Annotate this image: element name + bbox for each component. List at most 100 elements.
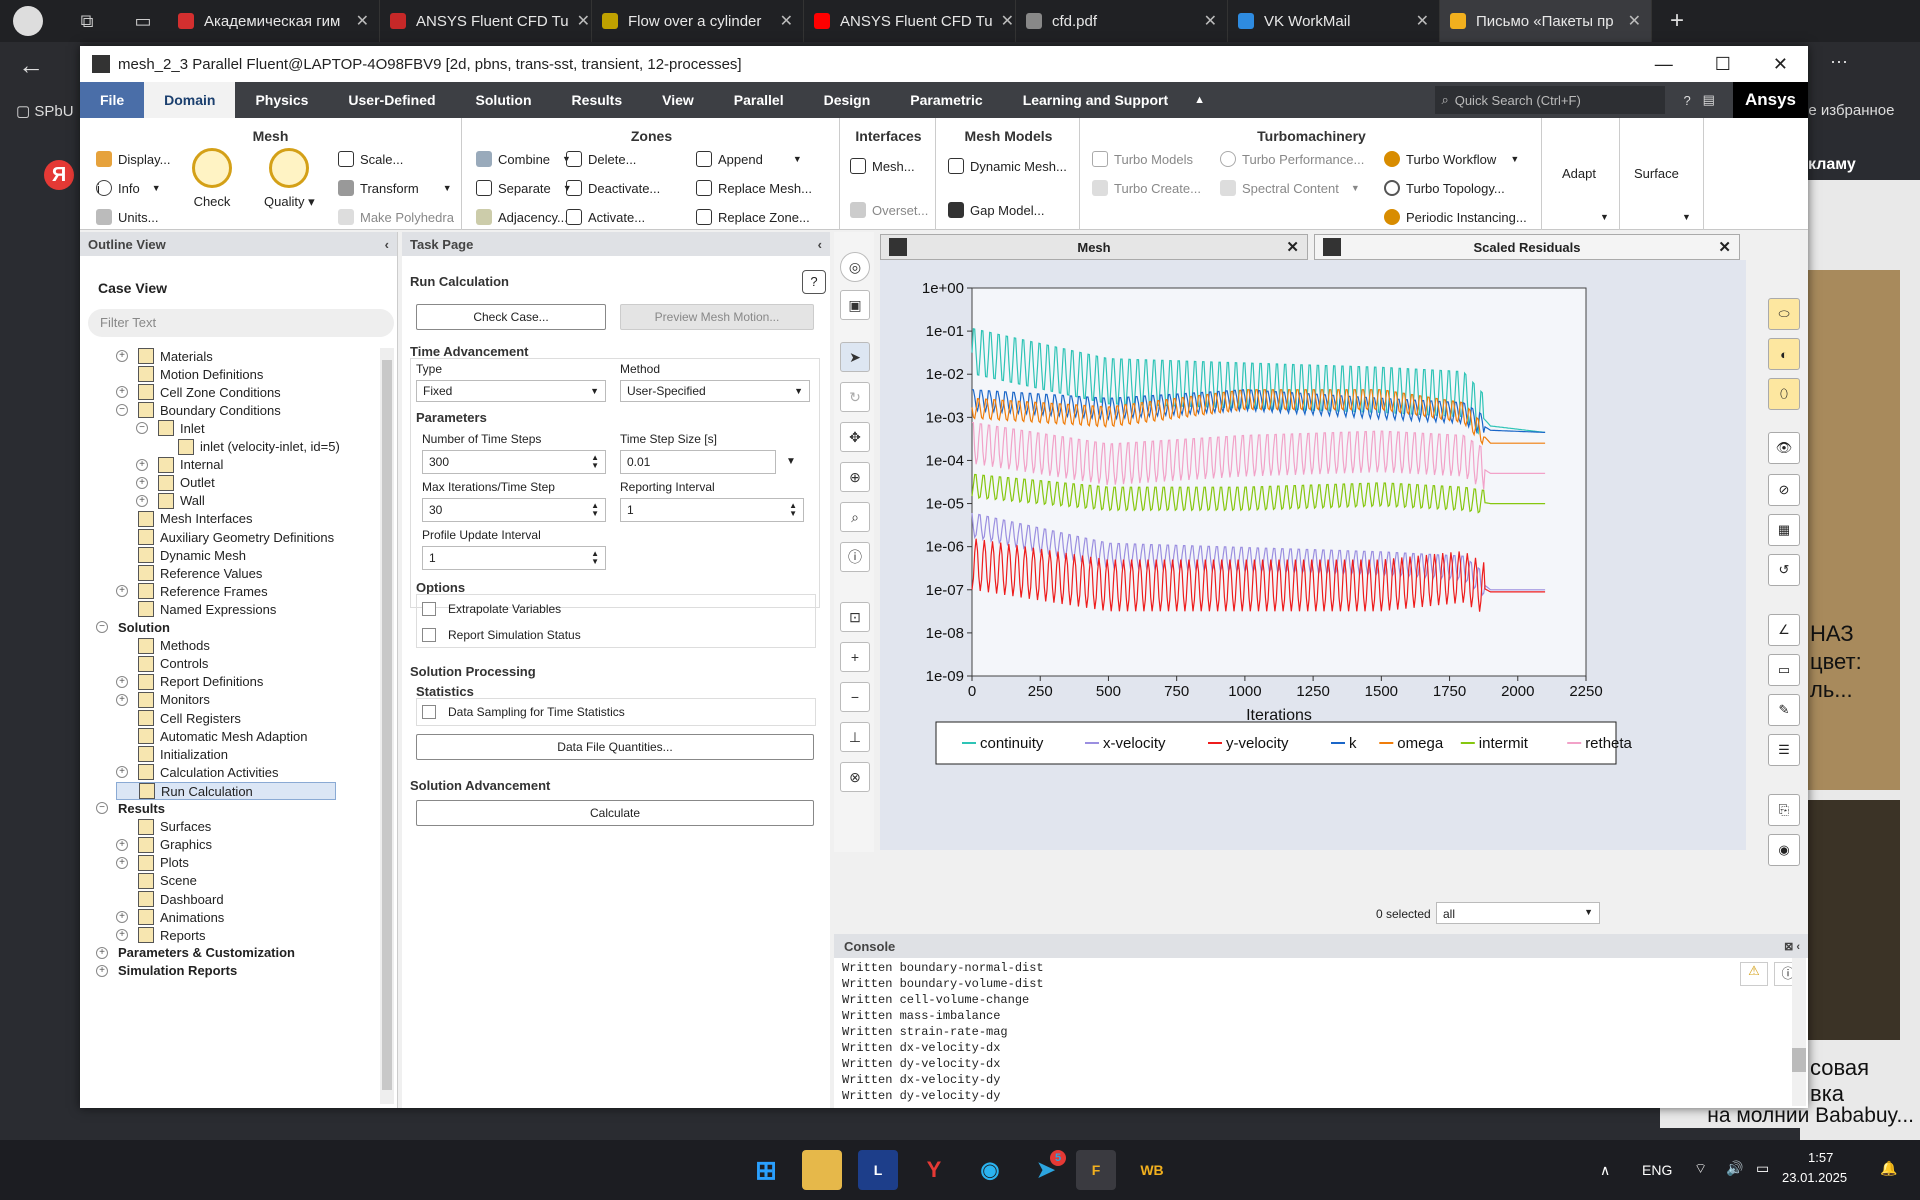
overset-button[interactable]: Overset... xyxy=(850,202,928,218)
tree-node[interactable]: + Calculation Activities xyxy=(116,764,279,781)
check-button[interactable]: Check xyxy=(192,148,232,209)
tree-node[interactable]: Motion Definitions xyxy=(116,366,263,383)
clock-date[interactable]: 23.01.2025 xyxy=(1782,1170,1847,1185)
close-icon[interactable]: ✕ xyxy=(1718,238,1731,256)
view-front-icon[interactable]: ⬭ xyxy=(1768,298,1800,330)
notification-icon[interactable]: 🔔 xyxy=(1880,1160,1897,1177)
tree-node[interactable]: Methods xyxy=(116,637,210,654)
tree-node[interactable]: Surfaces xyxy=(116,818,211,835)
tree-node[interactable]: + Plots xyxy=(116,854,189,871)
workbench-icon[interactable]: WB xyxy=(1132,1150,1172,1190)
expand-toggle-icon[interactable]: + xyxy=(116,838,128,851)
tree-node[interactable]: Initialization xyxy=(116,746,228,763)
turbo-performance-button[interactable]: Turbo Performance... xyxy=(1220,151,1364,167)
interfaces-mesh-button[interactable]: Mesh... xyxy=(850,158,915,174)
surface-button[interactable]: Surface xyxy=(1634,166,1679,181)
replace-zone-button[interactable]: Replace Zone... xyxy=(696,209,810,225)
data-sampling-checkbox[interactable]: Data Sampling for Time Statistics xyxy=(422,705,625,719)
zoom-out-icon[interactable]: − xyxy=(840,682,870,712)
turbo-topology-button[interactable]: Turbo Topology... xyxy=(1384,180,1505,196)
tree-node[interactable]: Dashboard xyxy=(116,891,224,907)
l-app-icon[interactable]: L xyxy=(858,1150,898,1190)
scaled-residuals-plot[interactable]: 0 250 500 750 1000 1250 1500 1750 2000 2250 1e+00 1… xyxy=(880,260,1746,850)
console-scrollbar[interactable] xyxy=(1792,958,1806,1106)
tree-node[interactable]: − Boundary Conditions xyxy=(116,402,281,419)
calculate-button[interactable]: Calculate xyxy=(416,800,814,826)
tab-scaled-residuals[interactable]: Scaled Residuals ✕ xyxy=(1314,234,1740,260)
expand-toggle-icon[interactable]: + xyxy=(116,856,128,869)
close-icon[interactable]: ✕ xyxy=(569,11,590,31)
browser-tab[interactable]: ANSYS Fluent CFD Tu ✕ xyxy=(804,0,1016,42)
report-status-checkbox[interactable]: Report Simulation Status xyxy=(422,628,581,642)
bookmark-favorites[interactable]: ое избранное xyxy=(1800,102,1894,119)
expand-toggle-icon[interactable]: + xyxy=(116,386,128,399)
expand-toggle-icon[interactable]: + xyxy=(136,494,148,507)
time-steps-input[interactable]: 300 ▲ ▼ xyxy=(422,450,606,474)
dt-expression-dropdown-icon[interactable]: ▼ xyxy=(786,456,796,467)
selection-filter-dropdown[interactable]: all ▼ xyxy=(1436,902,1600,924)
view-side-icon[interactable]: ⬯ xyxy=(1768,378,1800,410)
zoom-icon[interactable]: ⌕ xyxy=(840,502,870,532)
expand-toggle-icon[interactable]: + xyxy=(116,675,128,688)
edge-icon[interactable]: ◉ xyxy=(970,1150,1010,1190)
legend-icon[interactable]: ☰ xyxy=(1768,734,1800,766)
browser-tab[interactable]: Академическая гим ✕ xyxy=(168,0,380,42)
maximize-icon[interactable]: ☐ xyxy=(1715,54,1731,75)
ribbon-tab-results[interactable]: Results xyxy=(552,82,643,118)
outline-scrollbar[interactable] xyxy=(380,348,394,1104)
warning-icon[interactable]: ⚠ xyxy=(1740,962,1768,986)
visibility-icon[interactable]: 👁 xyxy=(1768,432,1800,464)
check-case-button[interactable]: Check Case... xyxy=(416,304,606,330)
collapse-panel-icon[interactable]: ‹ xyxy=(385,237,389,252)
adjacency-button[interactable]: Adjacency... xyxy=(476,209,568,225)
data-file-quantities-button[interactable]: Data File Quantities... xyxy=(416,734,814,760)
append-button[interactable]: Append ▼ xyxy=(696,151,802,167)
axes-icon[interactable]: ⊥ xyxy=(840,722,870,752)
sidebar-toggle-icon[interactable]: ▭ xyxy=(118,11,168,32)
expand-toggle-icon[interactable]: − xyxy=(136,422,148,435)
display-button[interactable]: Display... xyxy=(96,151,171,167)
clock-time[interactable]: 1:57 xyxy=(1808,1150,1833,1165)
close-icon[interactable]: ✕ xyxy=(1408,11,1429,31)
dynamic-mesh-button[interactable]: Dynamic Mesh... xyxy=(948,158,1067,174)
surface-expand-icon[interactable]: ▼ xyxy=(1682,212,1691,222)
tree-node[interactable]: + Materials xyxy=(116,348,213,364)
expand-toggle-icon[interactable]: + xyxy=(116,350,128,362)
turbo-create-button[interactable]: Turbo Create... xyxy=(1092,180,1201,196)
combine-button[interactable]: Combine ▼ xyxy=(476,151,571,167)
extrapolate-checkbox[interactable]: Extrapolate Variables xyxy=(422,602,561,616)
close-icon[interactable]: ✕ xyxy=(1620,11,1641,31)
ribbon-tab-view[interactable]: View xyxy=(642,82,714,118)
hide-icon[interactable]: ⊘ xyxy=(1768,474,1800,506)
tree-node[interactable]: − Inlet xyxy=(136,420,205,437)
axis-icon[interactable]: ∠ xyxy=(1768,614,1800,646)
ribbon-tab-parallel[interactable]: Parallel xyxy=(714,82,804,118)
mesh-display-icon[interactable]: ◎ xyxy=(840,252,870,282)
expand-toggle-icon[interactable]: + xyxy=(116,585,128,598)
units-button[interactable]: Units... xyxy=(96,209,158,225)
expand-toggle-icon[interactable]: + xyxy=(96,964,108,977)
lock-icon[interactable]: ⊗ xyxy=(840,762,870,792)
close-icon[interactable]: ✕ xyxy=(1773,54,1788,75)
profile-icon[interactable] xyxy=(0,0,56,42)
view-iso-icon[interactable]: ◐ xyxy=(1768,338,1800,370)
expand-toggle-icon[interactable]: + xyxy=(136,458,148,471)
tree-node[interactable]: + Cell Zone Conditions xyxy=(116,384,281,401)
zoom-in-icon[interactable]: + xyxy=(840,642,870,672)
fluent-taskbar-icon[interactable]: F xyxy=(1076,1150,1116,1190)
delete-button[interactable]: Delete... xyxy=(566,151,636,167)
overlay-icon[interactable]: ▦ xyxy=(1768,514,1800,546)
scale-button[interactable]: Scale... xyxy=(338,151,403,167)
tray-expand-icon[interactable]: ∧ xyxy=(1600,1162,1610,1179)
separate-button[interactable]: Separate ▼ xyxy=(476,180,572,196)
expand-toggle-icon[interactable]: − xyxy=(96,621,108,633)
expand-toggle-icon[interactable]: + xyxy=(116,929,128,942)
gap-model-button[interactable]: Gap Model... xyxy=(948,202,1044,218)
tree-node[interactable]: + Wall xyxy=(136,492,205,509)
expand-toggle-icon[interactable]: + xyxy=(116,693,128,706)
tree-node[interactable]: + Graphics xyxy=(116,836,212,853)
bookmark-spbu[interactable]: ▢ SPbU xyxy=(16,102,74,120)
fit-icon[interactable]: ⊡ xyxy=(840,602,870,632)
screenshot-icon[interactable]: ◉ xyxy=(1768,834,1800,866)
tree-node[interactable]: + Monitors xyxy=(116,691,210,708)
